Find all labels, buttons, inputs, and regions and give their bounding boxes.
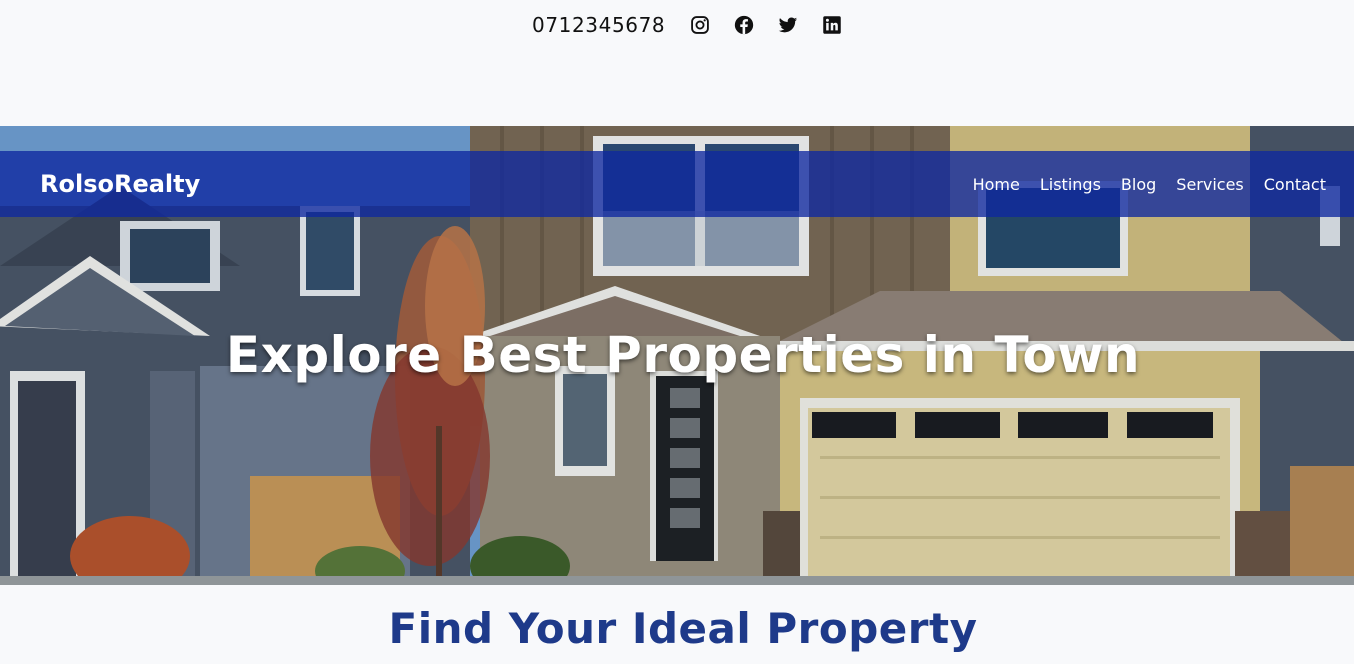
nav-services-link[interactable]: Services bbox=[1176, 175, 1243, 194]
hero-banner: RolsoRealty Home Listings Blog Services … bbox=[0, 126, 1354, 585]
instagram-link[interactable] bbox=[689, 14, 711, 36]
social-links bbox=[689, 14, 843, 36]
instagram-icon bbox=[691, 16, 710, 34]
contact-row: 0712345678 bbox=[532, 11, 843, 39]
main-nav: Home Listings Blog Services Contact bbox=[953, 175, 1326, 194]
nav-listings-link[interactable]: Listings bbox=[1040, 175, 1101, 194]
phone-number[interactable]: 0712345678 bbox=[532, 13, 665, 37]
twitter-link[interactable] bbox=[777, 14, 799, 36]
facebook-link[interactable] bbox=[733, 14, 755, 36]
nav-blog-link[interactable]: Blog bbox=[1121, 175, 1156, 194]
brand-logo[interactable]: RolsoRealty bbox=[40, 170, 200, 198]
linkedin-icon bbox=[823, 16, 841, 34]
facebook-icon bbox=[735, 15, 754, 35]
linkedin-link[interactable] bbox=[821, 14, 843, 36]
top-contact-bar: 0712345678 bbox=[0, 0, 1354, 126]
hero-title: Explore Best Properties in Town bbox=[225, 326, 1141, 384]
navbar: RolsoRealty Home Listings Blog Services … bbox=[0, 151, 1354, 217]
nav-home-link[interactable]: Home bbox=[973, 175, 1020, 194]
nav-contact-link[interactable]: Contact bbox=[1264, 175, 1326, 194]
twitter-icon bbox=[779, 17, 798, 33]
section-title: Find Your Ideal Property bbox=[388, 604, 978, 653]
